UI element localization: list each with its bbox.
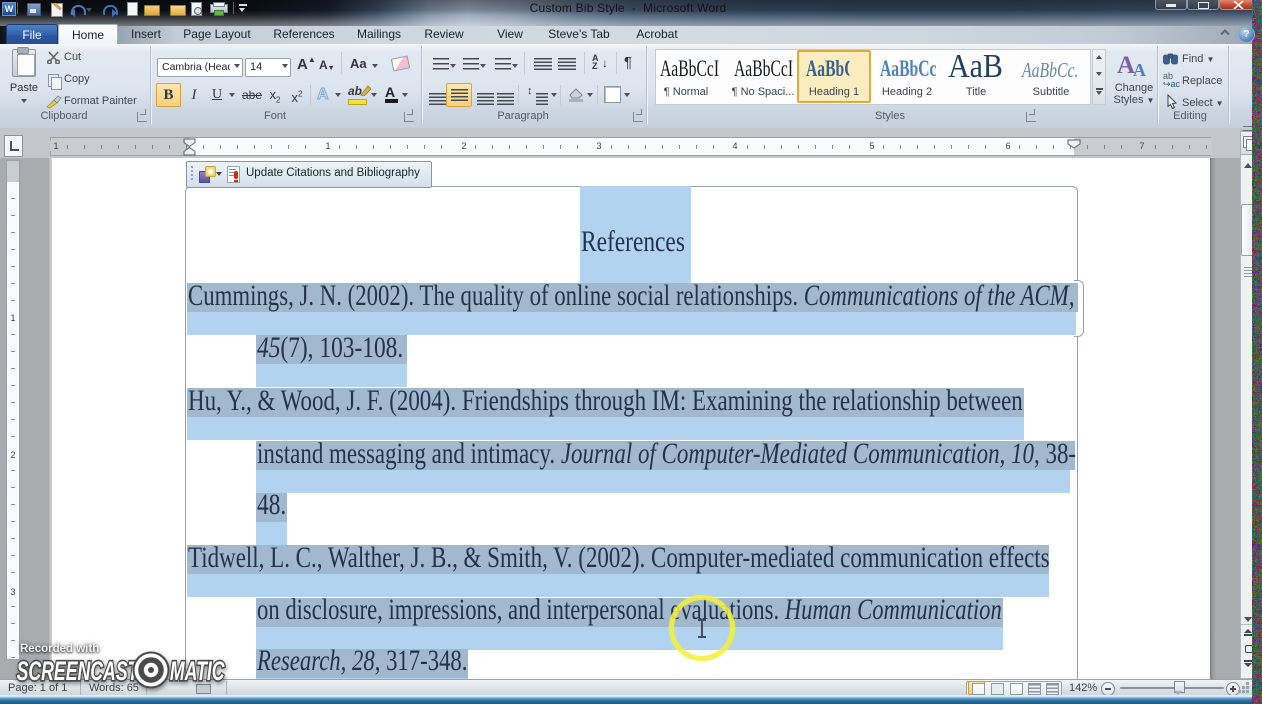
svg-text:MATIC: MATIC (170, 655, 225, 686)
svg-text:SCREENCAST: SCREENCAST (17, 655, 140, 686)
